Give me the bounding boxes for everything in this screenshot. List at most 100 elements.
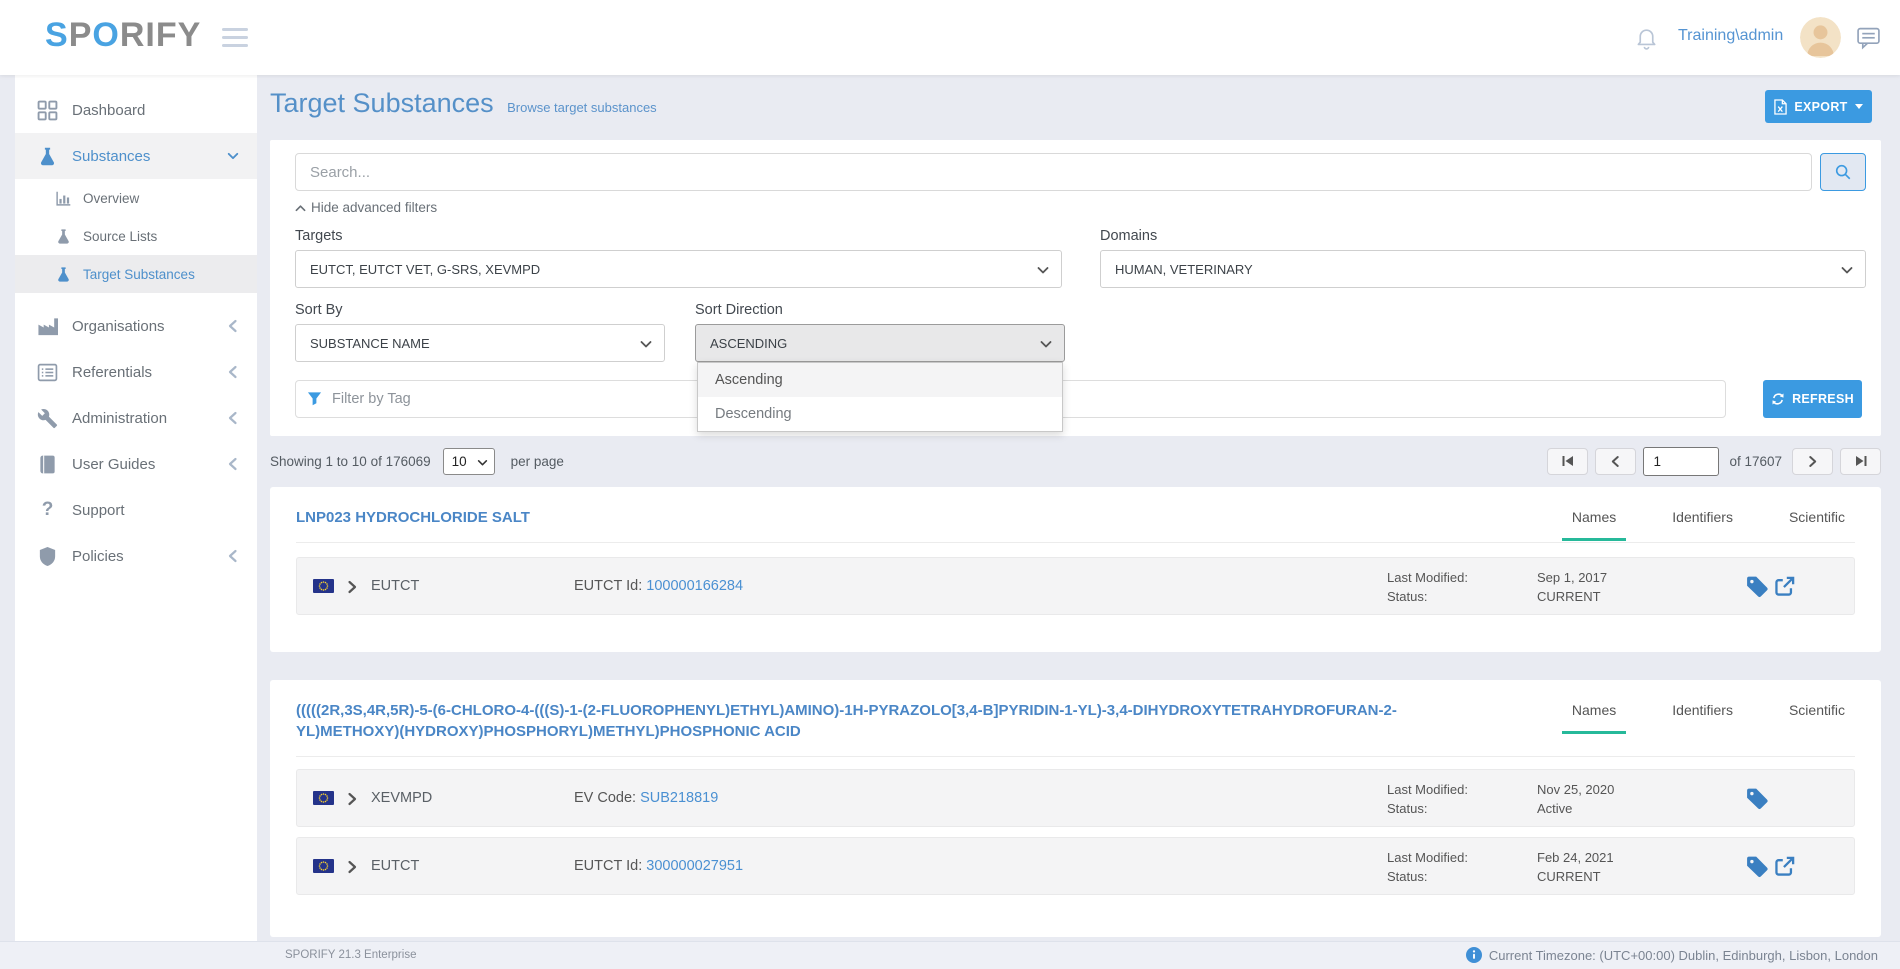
sidebar-item-target-substances[interactable]: Target Substances <box>15 255 257 293</box>
source-id-label: EUTCT Id: <box>574 578 642 594</box>
chevron-down-icon <box>1040 341 1052 348</box>
factory-icon <box>37 316 58 337</box>
targets-select[interactable]: EUTCT, EUTCT VET, G-SRS, XEVMPD <box>295 250 1062 288</box>
sidebar-item-substances[interactable]: Substances <box>15 133 257 179</box>
refresh-icon <box>1771 392 1785 406</box>
avatar[interactable] <box>1800 17 1841 58</box>
menu-icon[interactable] <box>222 28 250 48</box>
substance-name[interactable]: LNP023 HYDROCHLORIDE SALT <box>296 507 530 542</box>
chevron-down-icon <box>227 149 239 163</box>
card-header: (((((2R,3S,4R,5R)-5-(6-CHLORO-4-(((S)-1-… <box>296 680 1855 757</box>
source-id-link[interactable]: SUB218819 <box>640 790 718 806</box>
page-header: Target Substances Browse target substanc… <box>270 88 657 119</box>
dropdown-option-descending[interactable]: Descending <box>698 397 1062 431</box>
app-logo[interactable]: SPORIFY <box>45 16 201 55</box>
tab-names[interactable]: Names <box>1562 509 1626 541</box>
tag-icon[interactable] <box>1745 575 1768 598</box>
filter-panel: Hide advanced filters Targets EUTCT, EUT… <box>270 140 1881 436</box>
logo-letter-p: P <box>69 16 93 54</box>
meta-values: Feb 24, 2021 CURRENT <box>1537 848 1614 886</box>
sidebar-item-administration[interactable]: Administration <box>15 395 257 441</box>
page-number-input[interactable] <box>1643 447 1719 476</box>
dropdown-option-ascending[interactable]: Ascending <box>698 363 1062 397</box>
sidebar-item-dashboard[interactable]: Dashboard <box>15 87 257 133</box>
status-label: Status: <box>1387 587 1468 606</box>
last-page-button[interactable] <box>1840 448 1881 475</box>
showing-text: Showing 1 to 10 of 176069 <box>270 454 431 469</box>
domains-select[interactable]: HUMAN, VETERINARY <box>1100 250 1866 288</box>
sort-by-label: Sort By <box>295 302 343 318</box>
tab-scientific[interactable]: Scientific <box>1779 702 1855 734</box>
card-header: LNP023 HYDROCHLORIDE SALT Names Identifi… <box>296 487 1855 543</box>
chevron-right-icon[interactable] <box>347 792 357 806</box>
hide-advanced-filters-toggle[interactable]: Hide advanced filters <box>295 200 437 215</box>
bell-icon[interactable] <box>1634 25 1659 51</box>
pagination-bar: Showing 1 to 10 of 176069 10 per page of… <box>270 445 1881 477</box>
excel-file-icon <box>1774 99 1787 115</box>
external-link-icon[interactable] <box>1773 575 1796 598</box>
user-menu[interactable]: Training\admin <box>1678 27 1783 45</box>
sidebar-item-user-guides[interactable]: User Guides <box>15 441 257 487</box>
export-button[interactable]: EXPORT <box>1765 90 1872 123</box>
chevron-left-icon <box>227 457 239 471</box>
page-size-select[interactable]: 10 <box>443 448 495 475</box>
source-row: EUTCT EUTCT Id: 300000027951 Last Modifi… <box>296 837 1855 895</box>
sort-by-select-value: SUBSTANCE NAME <box>310 336 430 351</box>
total-pages-label: of 17607 <box>1729 454 1782 469</box>
refresh-button[interactable]: REFRESH <box>1763 380 1862 418</box>
sidebar-item-label: Support <box>72 502 125 519</box>
source-name: EUTCT <box>371 858 419 874</box>
last-modified-value: Sep 1, 2017 <box>1537 568 1607 587</box>
first-page-button[interactable] <box>1547 448 1588 475</box>
next-page-button[interactable] <box>1792 448 1833 475</box>
sort-direction-select[interactable]: ASCENDING <box>695 324 1065 362</box>
caret-down-icon <box>1855 104 1863 109</box>
meta-labels: Last Modified: Status: <box>1387 568 1468 606</box>
source-id: EV Code: SUB218819 <box>574 790 718 806</box>
source-name: EUTCT <box>371 578 419 594</box>
sidebar-item-source-lists[interactable]: Source Lists <box>15 217 257 255</box>
external-link-icon[interactable] <box>1773 855 1796 878</box>
source-row: EUTCT EUTCT Id: 100000166284 Last Modifi… <box>296 557 1855 615</box>
sidebar-item-support[interactable]: ? Support <box>15 487 257 533</box>
sort-by-select[interactable]: SUBSTANCE NAME <box>295 324 665 362</box>
footer: SPORIFY 21.3 Enterprise Current Timezone… <box>0 941 1900 969</box>
source-id: EUTCT Id: 300000027951 <box>574 858 743 874</box>
substance-card: (((((2R,3S,4R,5R)-5-(6-CHLORO-4-(((S)-1-… <box>270 680 1881 937</box>
page-size-value: 10 <box>452 454 467 469</box>
meta-labels: Last Modified: Status: <box>1387 780 1468 818</box>
substance-name[interactable]: (((((2R,3S,4R,5R)-5-(6-CHLORO-4-(((S)-1-… <box>296 700 1456 756</box>
comment-icon[interactable] <box>1856 26 1881 50</box>
sidebar-item-referentials[interactable]: Referentials <box>15 349 257 395</box>
last-modified-value: Feb 24, 2021 <box>1537 848 1614 867</box>
eu-flag-icon <box>313 791 334 805</box>
search-button[interactable] <box>1820 153 1866 191</box>
sidebar: Dashboard Substances Overview Source Lis… <box>15 75 257 941</box>
tag-icon[interactable] <box>1745 855 1768 878</box>
chevron-right-icon[interactable] <box>347 860 357 874</box>
last-modified-label: Last Modified: <box>1387 780 1468 799</box>
tab-scientific[interactable]: Scientific <box>1779 509 1855 541</box>
wrench-icon <box>37 408 58 429</box>
tab-identifiers[interactable]: Identifiers <box>1662 702 1743 734</box>
chevron-left-icon <box>1611 455 1620 468</box>
tag-icon[interactable] <box>1745 787 1768 810</box>
sidebar-item-organisations[interactable]: Organisations <box>15 303 257 349</box>
chevron-right-icon <box>1808 455 1817 468</box>
source-id-link[interactable]: 300000027951 <box>646 858 743 874</box>
source-id-link[interactable]: 100000166284 <box>646 578 743 594</box>
sidebar-item-overview[interactable]: Overview <box>15 179 257 217</box>
domains-label: Domains <box>1100 228 1157 244</box>
source-name: XEVMPD <box>371 790 432 806</box>
row-actions <box>1745 575 1796 598</box>
search-input[interactable] <box>295 153 1812 191</box>
chevron-right-icon[interactable] <box>347 580 357 594</box>
last-page-icon <box>1854 455 1868 467</box>
status-label: Status: <box>1387 867 1468 886</box>
card-tabs: Names Identifiers Scientific <box>1562 702 1855 734</box>
prev-page-button[interactable] <box>1595 448 1636 475</box>
tab-identifiers[interactable]: Identifiers <box>1662 509 1743 541</box>
sidebar-item-policies[interactable]: Policies <box>15 533 257 579</box>
row-actions <box>1745 787 1768 810</box>
tab-names[interactable]: Names <box>1562 702 1626 734</box>
